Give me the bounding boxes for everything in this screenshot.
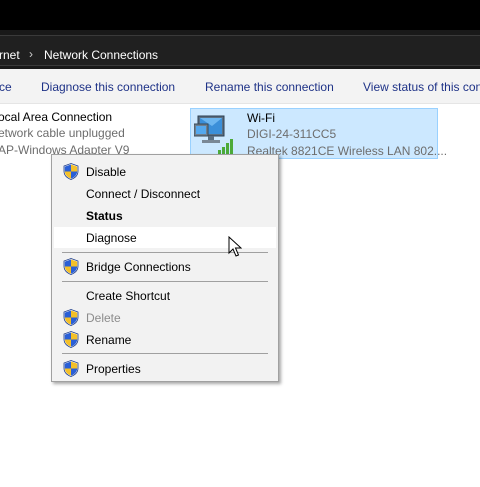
breadcrumb-separator-icon: › xyxy=(29,47,33,61)
menu-item-status[interactable]: Status xyxy=(54,205,276,226)
window-title-bar xyxy=(0,0,480,30)
wifi-connection-item[interactable]: Wi-Fi DIGI-24-311CC5 Realtek 8821CE Wire… xyxy=(190,108,447,159)
mouse-cursor-icon xyxy=(228,236,242,257)
menu-item-create-shortcut[interactable]: Create Shortcut xyxy=(54,285,276,306)
context-menu: Disable Connect / Disconnect Status Diag… xyxy=(51,154,279,382)
menu-item-properties[interactable]: Properties xyxy=(54,358,276,379)
menu-separator xyxy=(62,353,268,354)
menu-item-label: Bridge Connections xyxy=(86,260,191,274)
menu-item-rename[interactable]: Rename xyxy=(54,329,276,350)
command-partial-left[interactable]: ce xyxy=(0,80,12,94)
view-status-button[interactable]: View status of this con xyxy=(363,80,480,94)
menu-item-diagnose[interactable]: Diagnose xyxy=(54,227,276,248)
address-bar: rnet › Network Connections xyxy=(0,30,480,69)
breadcrumb-item-network-connections[interactable]: Network Connections xyxy=(44,48,158,62)
connection-name: ocal Area Connection xyxy=(0,110,113,124)
breadcrumb-item-internet[interactable]: rnet xyxy=(0,48,20,62)
menu-separator xyxy=(62,281,268,282)
menu-item-label: Status xyxy=(86,209,123,223)
breadcrumb[interactable]: rnet › Network Connections xyxy=(0,35,480,66)
wifi-adapter-icon xyxy=(194,115,233,155)
menu-item-label: Properties xyxy=(86,362,141,376)
menu-item-disable[interactable]: Disable xyxy=(54,161,276,182)
menu-item-bridge-connections[interactable]: Bridge Connections xyxy=(54,256,276,277)
command-bar: ce Diagnose this connection Rename this … xyxy=(0,69,480,104)
connection-status: etwork cable unplugged xyxy=(0,126,125,140)
wifi-name: Wi-Fi xyxy=(247,111,275,125)
uac-shield-icon xyxy=(63,163,79,180)
uac-shield-icon xyxy=(63,309,79,326)
uac-shield-icon xyxy=(63,258,79,275)
menu-item-label: Disable xyxy=(86,165,127,179)
diagnose-connection-button[interactable]: Diagnose this connection xyxy=(41,80,175,94)
menu-item-label: Delete xyxy=(86,311,121,325)
menu-item-label: Diagnose xyxy=(86,231,137,245)
rename-connection-button[interactable]: Rename this connection xyxy=(205,80,334,94)
menu-item-label: Connect / Disconnect xyxy=(86,187,201,201)
menu-item-label: Create Shortcut xyxy=(86,289,171,303)
menu-item-label: Rename xyxy=(86,333,132,347)
menu-item-connect-disconnect[interactable]: Connect / Disconnect xyxy=(54,183,276,204)
uac-shield-icon xyxy=(63,360,79,377)
wifi-network: DIGI-24-311CC5 xyxy=(247,127,337,141)
uac-shield-icon xyxy=(63,331,79,348)
menu-item-delete: Delete xyxy=(54,307,276,328)
